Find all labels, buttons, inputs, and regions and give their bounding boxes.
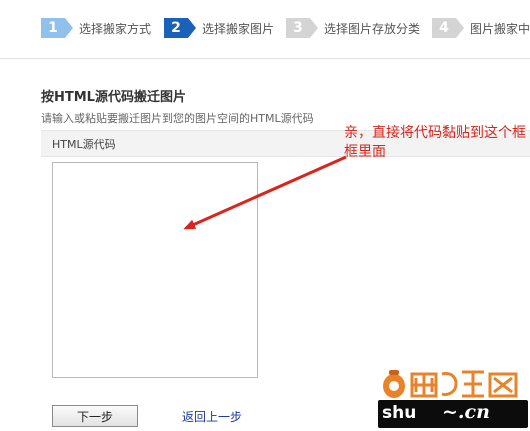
step-2: 2 选择搬家图片	[164, 18, 274, 38]
annotation-text: 亲，直接将代码黏贴到这个框框里面	[344, 125, 526, 160]
step-1: 1 选择搬家方式	[41, 18, 151, 38]
watermark-bar-text: shu	[382, 403, 417, 423]
step-4-number: 4	[432, 18, 464, 38]
back-step-link[interactable]: 返回上一步	[182, 408, 242, 425]
html-source-textarea[interactable]	[52, 162, 258, 378]
watermark-logo: shu ~.cn	[378, 364, 528, 430]
step-3-number: 3	[286, 18, 318, 38]
step-1-label: 选择搬家方式	[79, 21, 152, 36]
step-4-label: 图片搬家中	[470, 21, 530, 36]
step-2-number: 2	[164, 18, 196, 38]
step-3: 3 选择图片存放分类	[286, 18, 420, 38]
watermark-graphic	[383, 370, 518, 398]
watermark-bar-script: ~.cn	[442, 401, 490, 423]
step-1-number: 1	[41, 18, 73, 38]
step-4: 4 图片搬家中	[432, 18, 530, 38]
next-step-button[interactable]: 下一步	[52, 405, 138, 427]
field-label: HTML源代码	[52, 138, 116, 151]
watermark-bar: shu ~.cn	[378, 400, 528, 428]
step-2-label: 选择搬家图片	[202, 21, 275, 36]
section-title: 按HTML源代码搬迁图片	[41, 90, 186, 105]
section-hint: 请输入或粘贴要搬迁图片到您的图片空间的HTML源代码	[41, 112, 314, 125]
step-3-label: 选择图片存放分类	[324, 21, 421, 36]
step-progress-bar: 1 选择搬家方式 2 选择搬家图片 3 选择图片存放分类 4 图片搬家中	[0, 0, 530, 59]
